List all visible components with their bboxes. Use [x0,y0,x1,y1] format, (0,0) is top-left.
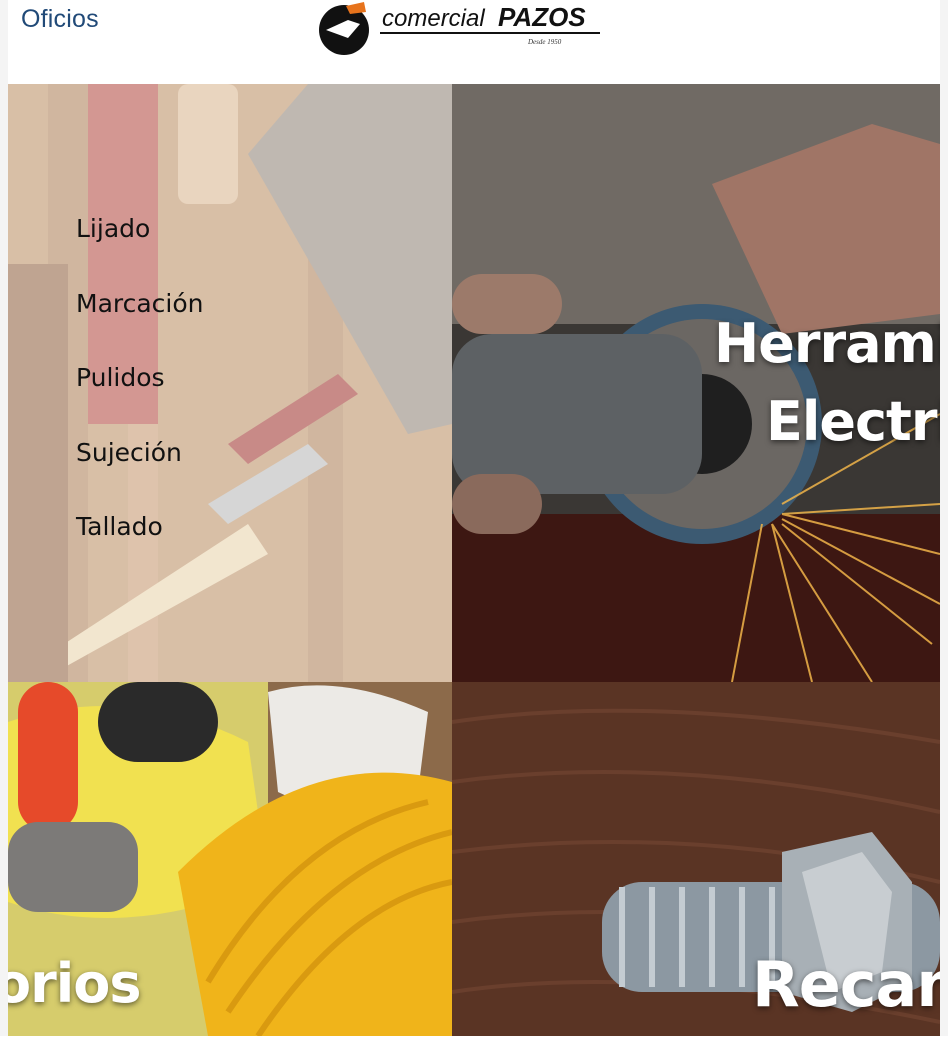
logo-graphic: comercial PAZOS Desde 1950 [319,2,600,55]
logo-brand-prefix: comercial [382,5,485,32]
comercial-pazos-logo[interactable]: comercial PAZOS Desde 1950 [308,0,608,60]
hand-tools-overlay [8,84,452,682]
logo-tagline: Desde 1950 [527,38,562,46]
bottom-margin [0,1036,948,1052]
oficios-menu: Lijado Marcación Pulidos Sujeción Tallad… [76,214,204,587]
power-tools-label-line2: Electri [766,390,940,453]
power-tools-tile[interactable]: Herrami Electri [452,84,940,682]
accessories-label: orios [8,952,141,1015]
menu-item-pulidos[interactable]: Pulidos [76,363,204,438]
logo-brand-name: PAZOS [498,2,586,32]
hand-tools-tile[interactable]: Lijado Marcación Pulidos Sujeción Tallad… [8,84,452,682]
site-header: Oficios comercial PAZOS Desde 1950 [8,0,940,84]
angle-grinder-image [452,84,940,682]
menu-item-sujecion[interactable]: Sujeción [76,438,204,513]
menu-item-tallado[interactable]: Tallado [76,512,204,587]
menu-item-lijado[interactable]: Lijado [76,214,204,289]
power-tools-label-line1: Herrami [714,312,940,375]
safety-accessories-tile[interactable]: orios [8,682,452,1036]
spare-parts-tile[interactable]: Recam [452,682,940,1036]
oficios-nav-link[interactable]: Oficios [21,5,99,34]
spare-parts-label: Recam [752,948,940,1021]
menu-item-marcacion[interactable]: Marcación [76,289,204,364]
page: Oficios comercial PAZOS Desde 1950 Lijad… [0,0,948,1052]
